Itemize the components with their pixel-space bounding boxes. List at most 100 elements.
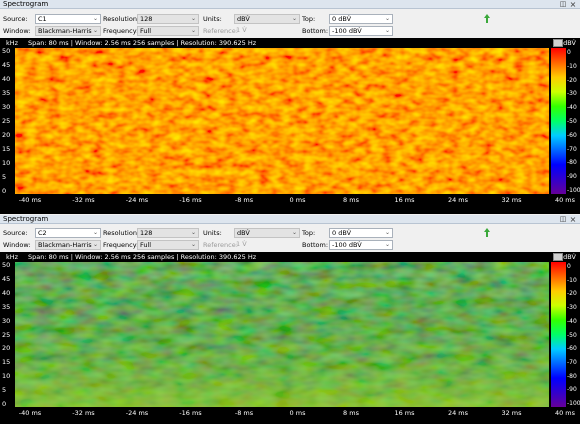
- x-tick-label: 8 ms: [343, 196, 359, 204]
- plot-settings-icon[interactable]: [553, 253, 563, 261]
- color-scale-tick-label: -10: [567, 276, 577, 284]
- color-scale-tick-label: -100: [567, 400, 580, 407]
- x-tick-label: 16 ms: [394, 196, 415, 204]
- frequency-value: Full: [140, 241, 152, 249]
- frequency-label: Frequency:: [103, 241, 139, 249]
- color-scale-tick-label: -20: [567, 290, 577, 298]
- chevron-down-icon: ⌄: [291, 229, 298, 236]
- chevron-down-icon: ⌄: [190, 241, 197, 248]
- y-tick-label: 25: [2, 330, 11, 339]
- chevron-down-icon: ⌄: [92, 27, 99, 34]
- x-tick-label: 32 ms: [501, 409, 522, 417]
- plot-info-text: Span: 80 ms | Window: 2.56 ms 256 sample…: [28, 39, 257, 47]
- reference-label: Reference:: [203, 27, 238, 35]
- chevron-down-icon: ⌄: [190, 27, 197, 34]
- x-tick-label: -32 ms: [72, 196, 95, 204]
- x-axis: -40 ms -32 ms -24 ms -16 ms -8 ms 0 ms 8 ms 16 …: [0, 195, 580, 204]
- units-value: dBV̂: [237, 229, 250, 237]
- units-select[interactable]: dBV̂ ⌄: [234, 228, 300, 238]
- top-select[interactable]: 0 dBV̂ ⌄: [329, 228, 393, 238]
- y-tick-label: 50: [2, 261, 11, 269]
- reference-input[interactable]: 1 V̂: [234, 26, 300, 36]
- reference-input[interactable]: 1 V̂: [234, 240, 300, 250]
- chevron-down-icon: ⌄: [384, 15, 391, 22]
- resolution-value: 128: [140, 229, 153, 237]
- chevron-down-icon: ⌄: [92, 241, 99, 248]
- arrow-up-icon[interactable]: [484, 228, 490, 237]
- resolution-select[interactable]: 128 ⌄: [137, 14, 199, 24]
- bottom-value: -100 dBV̂: [332, 241, 362, 249]
- x-tick-label: 16 ms: [394, 409, 415, 417]
- y-tick-label: 30: [2, 103, 11, 111]
- color-scale-tick-label: -90: [567, 386, 577, 394]
- color-scale-tick-label: -50: [567, 331, 577, 339]
- top-label: Top:: [302, 229, 316, 237]
- color-scale-tick-label: -70: [567, 358, 577, 366]
- plot-info-text: Span: 80 ms | Window: 2.56 ms 256 sample…: [28, 253, 257, 261]
- y-tick-label: 15: [2, 358, 11, 367]
- spectrogram-heatmap[interactable]: [15, 262, 549, 407]
- x-tick-label: 24 ms: [447, 409, 469, 417]
- spectrogram-plot: kHz Span: 80 ms | Window: 2.56 ms 256 sa…: [0, 38, 580, 214]
- spectrogram-heatmap[interactable]: [15, 48, 549, 194]
- bottom-select[interactable]: -100 dBV̂ ⌄: [329, 26, 393, 36]
- window-select[interactable]: Blackman-Harris ⌄: [35, 240, 101, 250]
- units-label: Units:: [203, 229, 222, 237]
- y-tick-label: 10: [2, 159, 11, 167]
- panel-titlebar: Spectrogram ◫ ×: [0, 215, 580, 224]
- x-tick-label: -24 ms: [125, 196, 149, 204]
- color-scale-tick-label: -60: [567, 345, 577, 353]
- top-label: Top:: [302, 15, 316, 23]
- y-tick-label: 20: [2, 131, 11, 139]
- y-tick-label: 45: [2, 61, 11, 69]
- top-select[interactable]: 0 dBV̂ ⌄: [329, 14, 393, 24]
- plot-info-bar: kHz Span: 80 ms | Window: 2.56 ms 256 sa…: [0, 252, 580, 262]
- x-tick-label: 24 ms: [447, 196, 469, 204]
- reference-label: Reference:: [203, 241, 238, 249]
- x-tick-label: -24 ms: [125, 409, 149, 417]
- color-scale-tick-label: -30: [567, 90, 577, 98]
- x-tick-label: -16 ms: [179, 409, 202, 417]
- spectrogram-panel-1: Spectrogram ◫ × Source: C1 ⌄ Resolution: …: [0, 0, 580, 214]
- x-tick-label: 0 ms: [289, 409, 306, 417]
- frequency-select[interactable]: Full ⌄: [137, 26, 199, 36]
- source-label: Source:: [3, 229, 28, 237]
- panel-title: Spectrogram: [3, 0, 49, 8]
- close-icon[interactable]: ×: [569, 0, 577, 9]
- color-scale-tick-label: 0: [567, 263, 571, 270]
- color-scale-tick-label: -60: [567, 131, 577, 139]
- top-value: 0 dBV̂: [332, 15, 352, 23]
- pin-icon[interactable]: ◫: [559, 0, 567, 9]
- arrow-up-icon[interactable]: [484, 14, 490, 23]
- x-tick-label: -40 ms: [18, 196, 42, 204]
- color-scale-tick-label: -40: [567, 104, 577, 112]
- color-scale-tick-label: -40: [567, 317, 577, 325]
- color-scale-tick-label: -10: [567, 62, 577, 70]
- pin-icon[interactable]: ◫: [559, 215, 567, 224]
- source-value: C2: [38, 229, 47, 237]
- source-select[interactable]: C1 ⌄: [35, 14, 101, 24]
- plot-settings-icon[interactable]: [553, 39, 563, 47]
- panel-title: Spectrogram: [3, 215, 49, 223]
- panel-titlebar: Spectrogram ◫ ×: [0, 0, 580, 9]
- frequency-label: Frequency:: [103, 27, 139, 35]
- bottom-select[interactable]: -100 dBV̂ ⌄: [329, 240, 393, 250]
- source-select[interactable]: C2 ⌄: [35, 228, 101, 238]
- bottom-label: Bottom:: [302, 241, 329, 249]
- plot-info-bar: kHz Span: 80 ms | Window: 2.56 ms 256 sa…: [0, 38, 580, 48]
- units-select[interactable]: dBV̂ ⌄: [234, 14, 300, 24]
- window-select[interactable]: Blackman-Harris ⌄: [35, 26, 101, 36]
- resolution-label: Resolution:: [103, 229, 140, 237]
- color-scale-tick-label: -20: [567, 76, 577, 84]
- chevron-down-icon: ⌄: [291, 15, 298, 22]
- frequency-select[interactable]: Full ⌄: [137, 240, 199, 250]
- window-label: Window:: [3, 27, 31, 35]
- frequency-value: Full: [140, 27, 152, 35]
- resolution-select[interactable]: 128 ⌄: [137, 228, 199, 238]
- reference-value: 1 V̂: [236, 26, 247, 34]
- color-scale-tick-label: -80: [567, 372, 577, 380]
- x-tick-label: 40 ms: [554, 196, 576, 204]
- y-tick-label: 30: [2, 316, 11, 325]
- chevron-down-icon: ⌄: [92, 229, 99, 236]
- close-icon[interactable]: ×: [569, 215, 577, 224]
